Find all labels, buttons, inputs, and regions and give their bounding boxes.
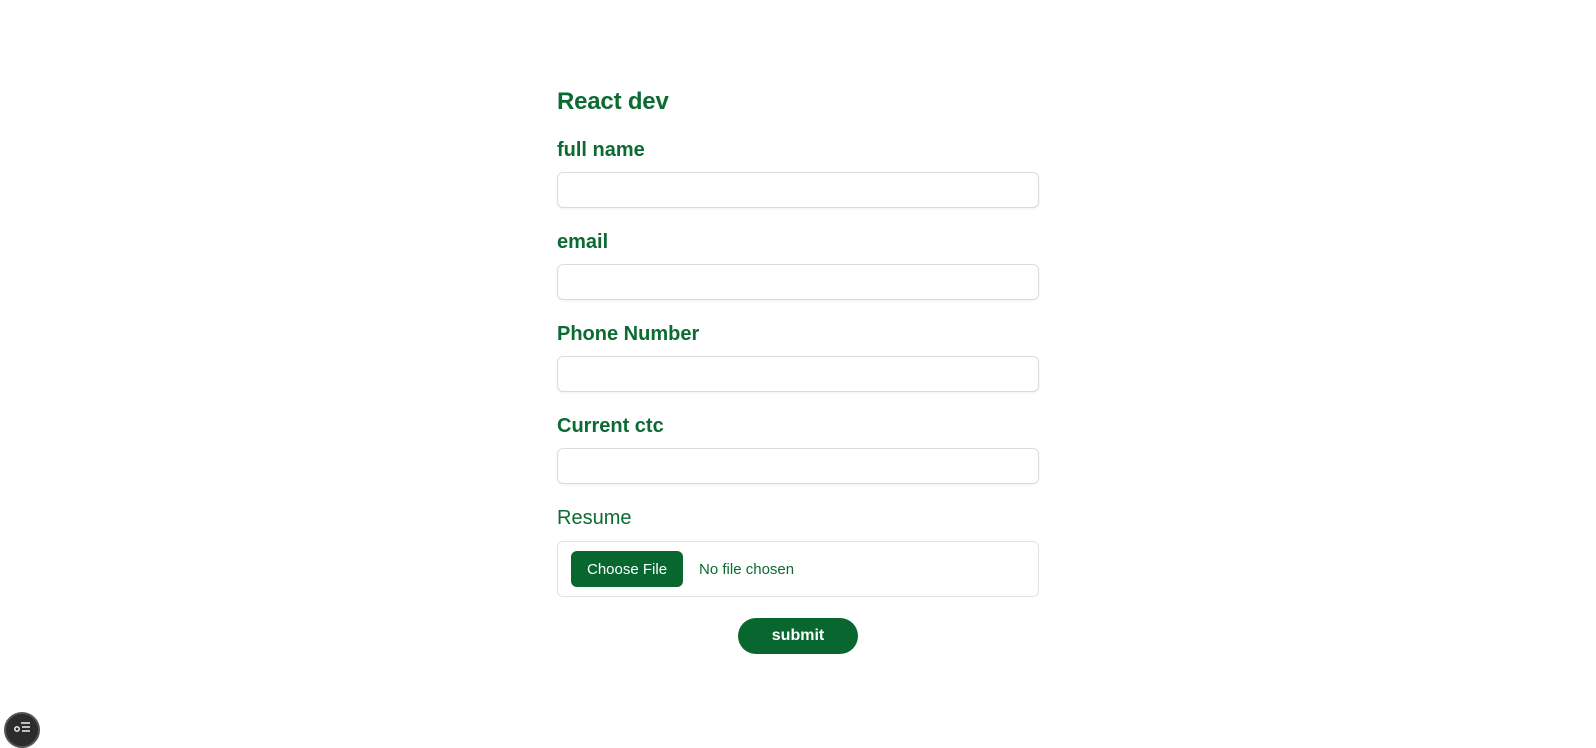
- field-full-name: full name: [557, 138, 1039, 208]
- full-name-input[interactable]: [557, 172, 1039, 208]
- choose-file-button[interactable]: Choose File: [571, 551, 684, 587]
- field-email: email: [557, 230, 1039, 300]
- current-ctc-label: Current ctc: [557, 415, 664, 437]
- submit-row: submit: [557, 618, 1039, 654]
- field-phone: Phone Number: [557, 322, 1039, 392]
- file-status-text: No file chosen: [699, 560, 795, 578]
- resume-label: Resume: [557, 507, 632, 529]
- submit-button[interactable]: submit: [738, 618, 858, 654]
- field-current-ctc: Current ctc: [557, 414, 1039, 484]
- full-name-label: full name: [557, 139, 645, 161]
- corner-widget-button[interactable]: [4, 712, 40, 748]
- phone-number-input[interactable]: [557, 356, 1039, 392]
- email-input[interactable]: [557, 264, 1039, 300]
- resume-file-input[interactable]: Choose File No file chosen: [557, 541, 1039, 597]
- list-settings-icon: [14, 722, 30, 732]
- form-title: React dev: [557, 88, 669, 115]
- phone-number-label: Phone Number: [557, 323, 700, 345]
- current-ctc-input[interactable]: [557, 448, 1039, 484]
- field-resume: Resume Choose File No file chosen: [557, 506, 1039, 597]
- application-form: React dev full name email Phone Number C…: [557, 86, 1039, 654]
- email-label: email: [557, 231, 609, 253]
